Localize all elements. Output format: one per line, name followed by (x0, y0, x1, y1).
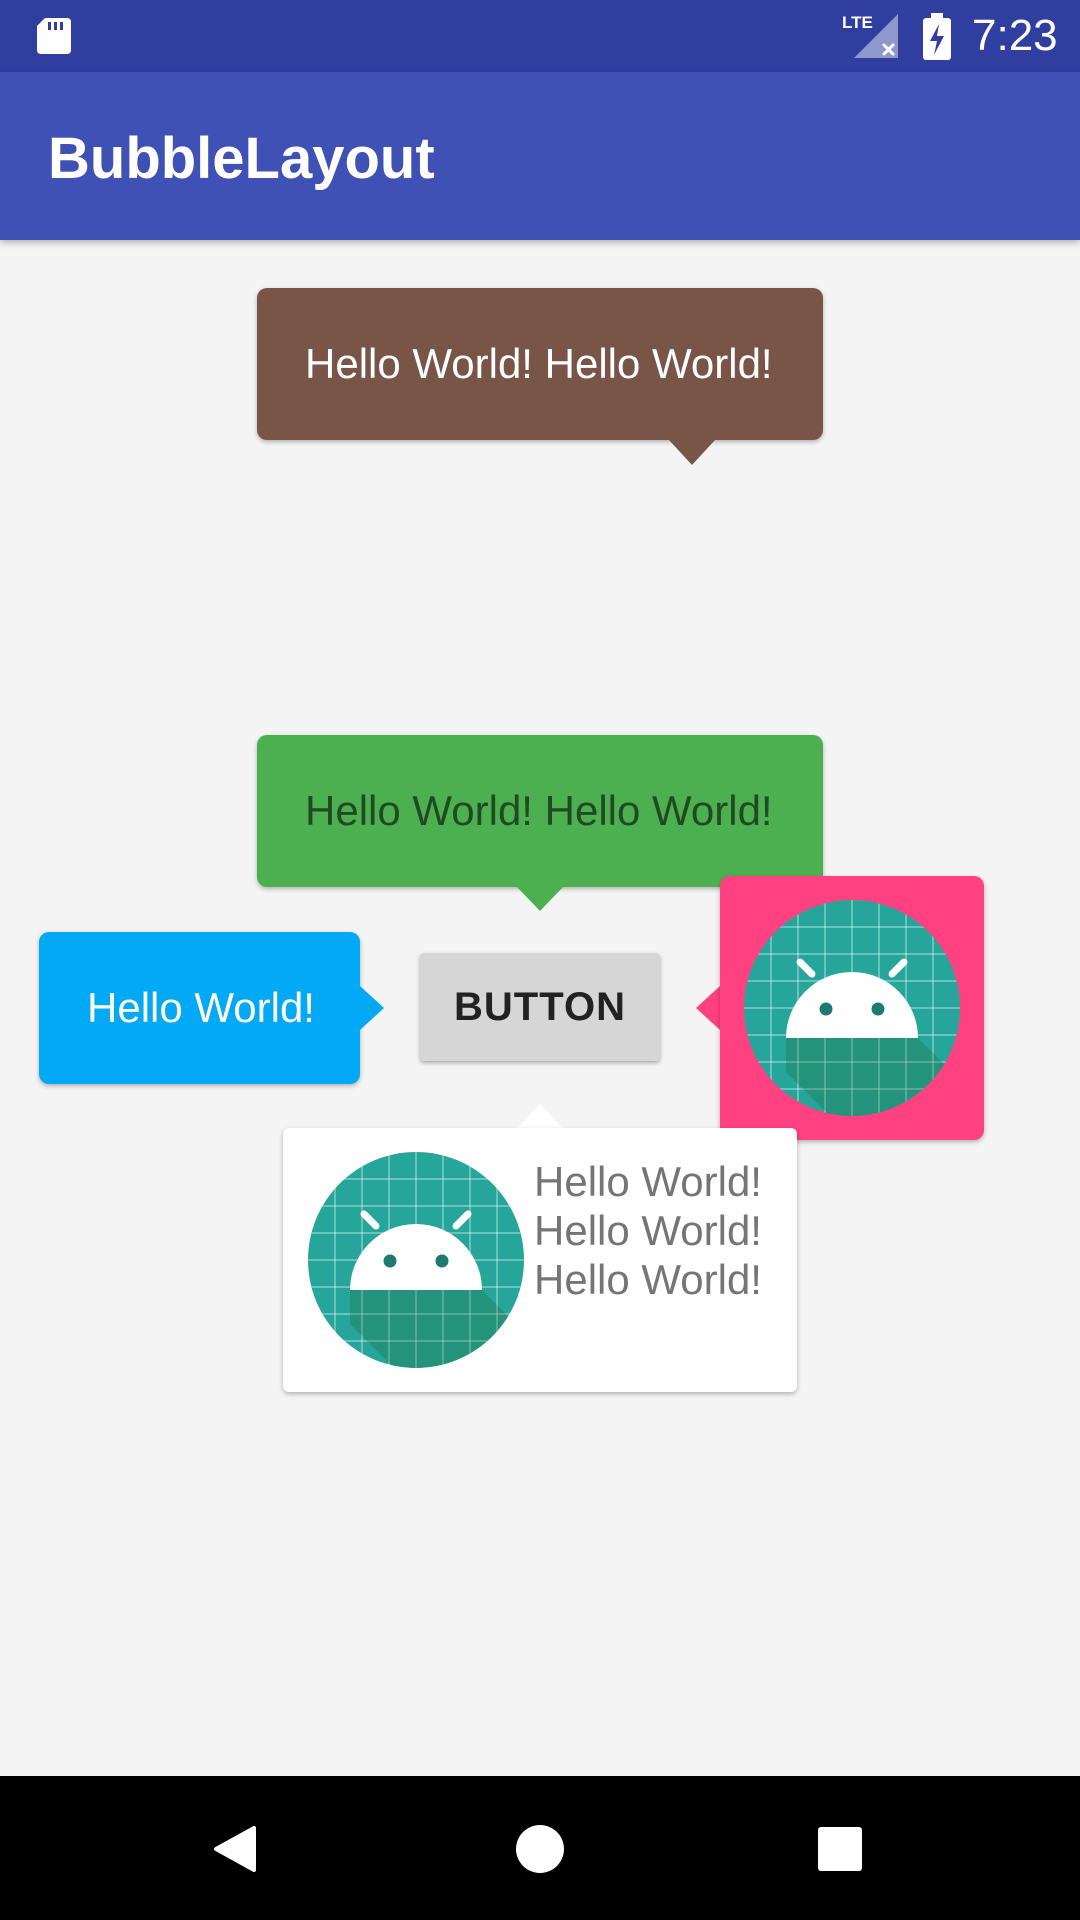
main-button[interactable]: BUTTON (420, 953, 660, 1061)
white-bubble-line: Hello World! (534, 1158, 762, 1205)
app-bar: BubbleLayout (0, 72, 1080, 240)
recents-icon[interactable] (817, 1826, 863, 1872)
android-logo-icon (308, 1152, 524, 1368)
back-icon[interactable] (212, 1824, 262, 1874)
green-bubble-text: Hello World! Hello World! (305, 787, 773, 834)
white-bubble-line: Hello World! (534, 1207, 762, 1254)
green-bubble-arrow (517, 887, 563, 911)
blue-bubble: Hello World! (39, 932, 360, 1084)
green-bubble: Hello World! Hello World! (257, 735, 823, 887)
blue-bubble-arrow (360, 986, 384, 1030)
white-bubble-arrow (517, 1104, 563, 1128)
white-bubble-line: Hello World! (534, 1256, 762, 1303)
battery-charging-icon (923, 13, 951, 60)
pink-bubble (720, 876, 984, 1140)
app-title: BubbleLayout (48, 126, 435, 191)
home-icon[interactable] (515, 1824, 565, 1874)
status-bar: LTE 7:23 (0, 0, 1080, 72)
brown-bubble-text: Hello World! Hello World! (305, 340, 773, 387)
blue-bubble-text: Hello World! (87, 984, 315, 1031)
pink-bubble-arrow (696, 986, 720, 1030)
brown-bubble-arrow (669, 440, 715, 465)
white-bubble: Hello World! Hello World! Hello World! (283, 1128, 797, 1392)
android-logo-icon (744, 900, 960, 1116)
status-time: 7:23 (972, 11, 1058, 60)
sd-card-icon (37, 18, 71, 54)
network-type-label: LTE (842, 13, 873, 32)
brown-bubble: Hello World! Hello World! (257, 288, 823, 440)
signal-icon: LTE (842, 13, 898, 58)
